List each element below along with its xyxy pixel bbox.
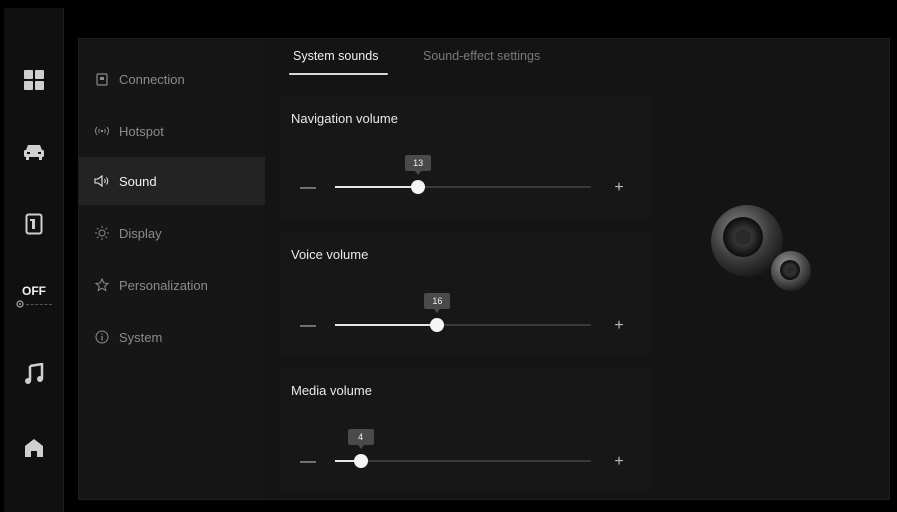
speaker-illustration [711, 205, 811, 291]
slider-fill [335, 324, 438, 326]
nav-item-sound[interactable]: Sound [79, 157, 265, 205]
fan-icon [16, 300, 24, 308]
settings-nav: Connection Hotspot Sound Display Persona… [79, 39, 265, 499]
fan-level-indicator [26, 303, 52, 305]
media-volume-card: Media volume — 4 + [279, 367, 651, 491]
brightness-icon [93, 224, 111, 242]
nav-label: Personalization [119, 277, 208, 293]
voice-volume-title: Voice volume [291, 247, 369, 262]
home-icon [25, 439, 43, 457]
music-button[interactable] [4, 348, 64, 400]
slider-thumb[interactable] [353, 454, 368, 468]
apps-button[interactable] [4, 54, 64, 106]
music-note-icon [25, 363, 44, 384]
info-icon [93, 328, 111, 346]
slider-thumb[interactable] [430, 318, 445, 332]
voice-volume-card: Voice volume — 16 + [279, 231, 651, 355]
nav-item-connection[interactable]: Connection [79, 55, 265, 103]
nav-item-hotspot[interactable]: Hotspot [79, 107, 265, 155]
climate-status: OFF [22, 284, 46, 298]
media-volume-slider[interactable]: 4 [335, 429, 591, 471]
car-icon [24, 145, 44, 160]
nav-item-system[interactable]: System [79, 313, 265, 361]
voice-volume-decrease-button[interactable]: — [297, 315, 319, 337]
device-button[interactable] [4, 198, 64, 250]
nav-item-personalization[interactable]: Personalization [79, 261, 265, 309]
navigation-volume-title: Navigation volume [291, 111, 398, 126]
media-volume-increase-button[interactable]: + [608, 451, 630, 473]
slider-value-badge: 4 [347, 429, 374, 449]
personalization-icon [93, 276, 111, 294]
left-rail: OFF [4, 8, 64, 512]
media-volume-decrease-button[interactable]: — [297, 451, 319, 473]
navigation-volume-decrease-button[interactable]: — [297, 177, 319, 199]
slider-fill [335, 186, 419, 188]
navigation-volume-card: Navigation volume — 13 + [279, 95, 651, 219]
nav-label: Hotspot [119, 123, 164, 139]
voice-volume-increase-button[interactable]: + [608, 315, 630, 337]
nav-item-display[interactable]: Display [79, 209, 265, 257]
slider-track [335, 460, 591, 462]
connection-icon [93, 70, 111, 88]
media-volume-title: Media volume [291, 383, 372, 398]
screen: OFF Connection Hotspot Sound Display Per… [0, 0, 897, 512]
vehicle-button[interactable] [4, 126, 64, 178]
nav-label: Connection [119, 71, 185, 87]
voice-volume-slider[interactable]: 16 [335, 293, 591, 335]
tab-system-sounds[interactable]: System sounds [288, 49, 389, 75]
grid-icon [24, 70, 44, 90]
navigation-volume-slider[interactable]: 13 [335, 155, 591, 197]
speaker-icon [93, 172, 111, 190]
nav-label: Display [119, 225, 162, 241]
nav-label: System [119, 329, 163, 345]
slider-thumb[interactable] [411, 180, 426, 194]
climate-toggle[interactable]: OFF [4, 270, 64, 322]
slider-value-badge: 13 [405, 155, 432, 175]
hotspot-icon [93, 122, 111, 140]
slider-value-badge: 16 [424, 293, 451, 313]
navigation-volume-increase-button[interactable]: + [608, 177, 630, 199]
settings-panel: Connection Hotspot Sound Display Persona… [78, 38, 890, 500]
tab-sound-effect-settings[interactable]: Sound-effect settings [423, 49, 540, 75]
home-button[interactable] [4, 422, 64, 474]
nav-label: Sound [119, 173, 157, 189]
phone-card-icon [25, 213, 43, 235]
